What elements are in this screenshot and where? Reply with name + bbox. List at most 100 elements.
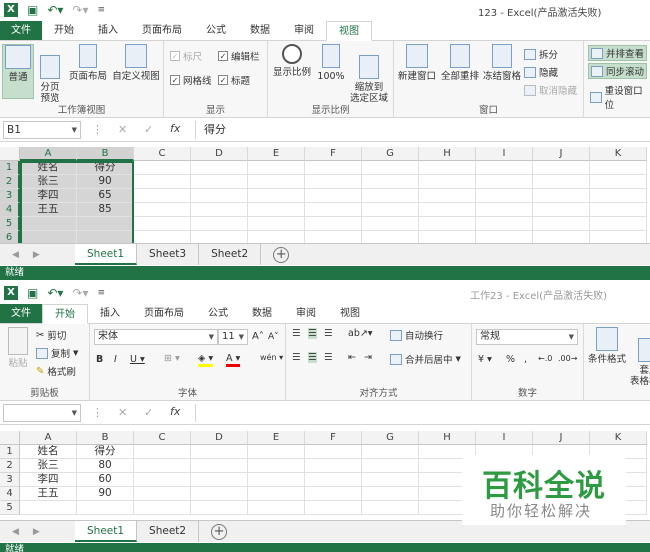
cell-h5[interactable] [419, 217, 476, 231]
format-as-table-button[interactable]: 套用 表格格式 [628, 327, 650, 387]
column-header-g[interactable]: G [362, 147, 419, 161]
enter-icon[interactable]: ✓ [144, 123, 153, 136]
tab-home[interactable]: 开始 [42, 21, 86, 40]
tab-file[interactable]: 文件 [0, 304, 42, 323]
cell-e4[interactable] [248, 203, 305, 217]
cell-h1[interactable] [419, 161, 476, 175]
cell-g3[interactable] [362, 189, 419, 203]
column-header-d[interactable]: D [191, 431, 248, 445]
percent-icon[interactable]: % [506, 354, 515, 365]
row-header-3[interactable]: 3 [0, 473, 20, 487]
cell-e1[interactable] [248, 445, 305, 459]
column-header-j[interactable]: J [533, 147, 590, 161]
zoom-100-button[interactable]: 100% [316, 44, 346, 82]
cell-b3[interactable]: 60 [77, 473, 134, 487]
bold-icon[interactable]: B [96, 354, 103, 365]
cell-a1[interactable]: 姓名 [20, 161, 77, 175]
cell-g2[interactable] [362, 459, 419, 473]
column-header-i[interactable]: I [476, 431, 533, 445]
enter-icon[interactable]: ✓ [144, 406, 153, 419]
grow-font-icon[interactable]: A˄ [252, 331, 264, 342]
cell-h2[interactable] [419, 175, 476, 189]
name-box[interactable]: ▼ [3, 404, 81, 422]
cell-f2[interactable] [305, 175, 362, 189]
cell-c4[interactable] [134, 487, 191, 501]
cell-c5[interactable] [134, 217, 191, 231]
cell-a5[interactable] [20, 501, 77, 515]
cell-g4[interactable] [362, 487, 419, 501]
sheet-tab-sheet3[interactable]: Sheet3 [137, 244, 200, 265]
split-button[interactable]: 拆分 [524, 47, 558, 61]
tab-view[interactable]: 视图 [326, 21, 372, 41]
cell-c3[interactable] [134, 473, 191, 487]
cell-c2[interactable] [134, 459, 191, 473]
prev-sheet-icon[interactable]: ◀ [12, 527, 19, 537]
hide-button[interactable]: 隐藏 [524, 65, 558, 79]
cell-f1[interactable] [305, 445, 362, 459]
underline-icon[interactable]: U ▾ [130, 354, 145, 365]
column-header-a[interactable]: A [20, 431, 77, 445]
cell-c1[interactable] [134, 161, 191, 175]
cell-f2[interactable] [305, 459, 362, 473]
prev-sheet-icon[interactable]: ◀ [12, 250, 19, 260]
cell-d2[interactable] [191, 459, 248, 473]
cell-f5[interactable] [305, 217, 362, 231]
cell-b4[interactable]: 85 [77, 203, 134, 217]
freeze-panes-button[interactable]: 冻结窗格 [482, 44, 522, 82]
row-header-5[interactable]: 5 [0, 501, 20, 515]
cell-b3[interactable]: 65 [77, 189, 134, 203]
increase-decimal-icon[interactable]: ←.0 [538, 354, 552, 363]
merge-center-button[interactable]: 合并后居中 ▼ [390, 352, 461, 366]
column-header-e[interactable]: E [248, 147, 305, 161]
insert-function-icon[interactable]: fx [170, 405, 180, 418]
cell-a5[interactable] [20, 217, 77, 231]
undo-icon[interactable]: ↶▾ [47, 3, 63, 17]
tab-view[interactable]: 视图 [328, 304, 372, 323]
chevron-down-icon[interactable]: ▼ [209, 330, 214, 344]
cell-j5[interactable] [533, 217, 590, 231]
column-header-h[interactable]: H [419, 431, 476, 445]
next-sheet-icon[interactable]: ▶ [33, 527, 40, 537]
view-side-by-side-button[interactable]: 并排查看 [588, 45, 648, 61]
tab-insert[interactable]: 插入 [86, 21, 130, 40]
name-box[interactable]: B1 ▼ [3, 121, 81, 139]
chevron-down-icon[interactable]: ▼ [72, 122, 77, 138]
font-size-select[interactable]: 11 ▼ [218, 329, 248, 345]
gridlines-checkbox[interactable]: ✓ 网格线 [170, 73, 212, 87]
italic-icon[interactable]: I [114, 354, 117, 365]
cell-e3[interactable] [248, 473, 305, 487]
cell-i3[interactable] [476, 189, 533, 203]
ruler-checkbox[interactable]: ✓ 标尺 [170, 49, 202, 63]
cell-a2[interactable]: 张三 [20, 459, 77, 473]
cell-a3[interactable]: 李四 [20, 189, 77, 203]
cell-f3[interactable] [305, 189, 362, 203]
cell-b2[interactable]: 80 [77, 459, 134, 473]
align-bottom-icon[interactable]: ☰ [324, 328, 333, 339]
phonetic-icon[interactable]: wén ▾ [260, 353, 283, 362]
select-all-corner[interactable] [0, 431, 20, 445]
chevron-down-icon[interactable]: ▼ [239, 330, 244, 344]
cell-c4[interactable] [134, 203, 191, 217]
zoom-button[interactable]: 显示比例 [272, 44, 312, 78]
cell-k5[interactable] [590, 217, 647, 231]
column-header-j[interactable]: J [533, 431, 590, 445]
cell-j1[interactable] [533, 161, 590, 175]
cell-b1[interactable]: 得分 [77, 161, 134, 175]
number-format-select[interactable]: 常规 ▼ [476, 329, 578, 345]
column-header-e[interactable]: E [248, 431, 305, 445]
column-header-k[interactable]: K [590, 147, 647, 161]
select-all-corner[interactable] [0, 147, 20, 161]
cell-e1[interactable] [248, 161, 305, 175]
paste-button[interactable]: 粘贴 [4, 327, 32, 369]
cell-d4[interactable] [191, 203, 248, 217]
cell-f3[interactable] [305, 473, 362, 487]
align-middle-icon[interactable]: ☰ [308, 328, 317, 339]
cell-i5[interactable] [476, 217, 533, 231]
column-header-h[interactable]: H [419, 147, 476, 161]
new-window-button[interactable]: 新建窗口 [396, 44, 438, 82]
cell-a4[interactable]: 王五 [20, 203, 77, 217]
cell-d3[interactable] [191, 473, 248, 487]
cell-g5[interactable] [362, 501, 419, 515]
cell-i4[interactable] [476, 203, 533, 217]
cell-d3[interactable] [191, 189, 248, 203]
